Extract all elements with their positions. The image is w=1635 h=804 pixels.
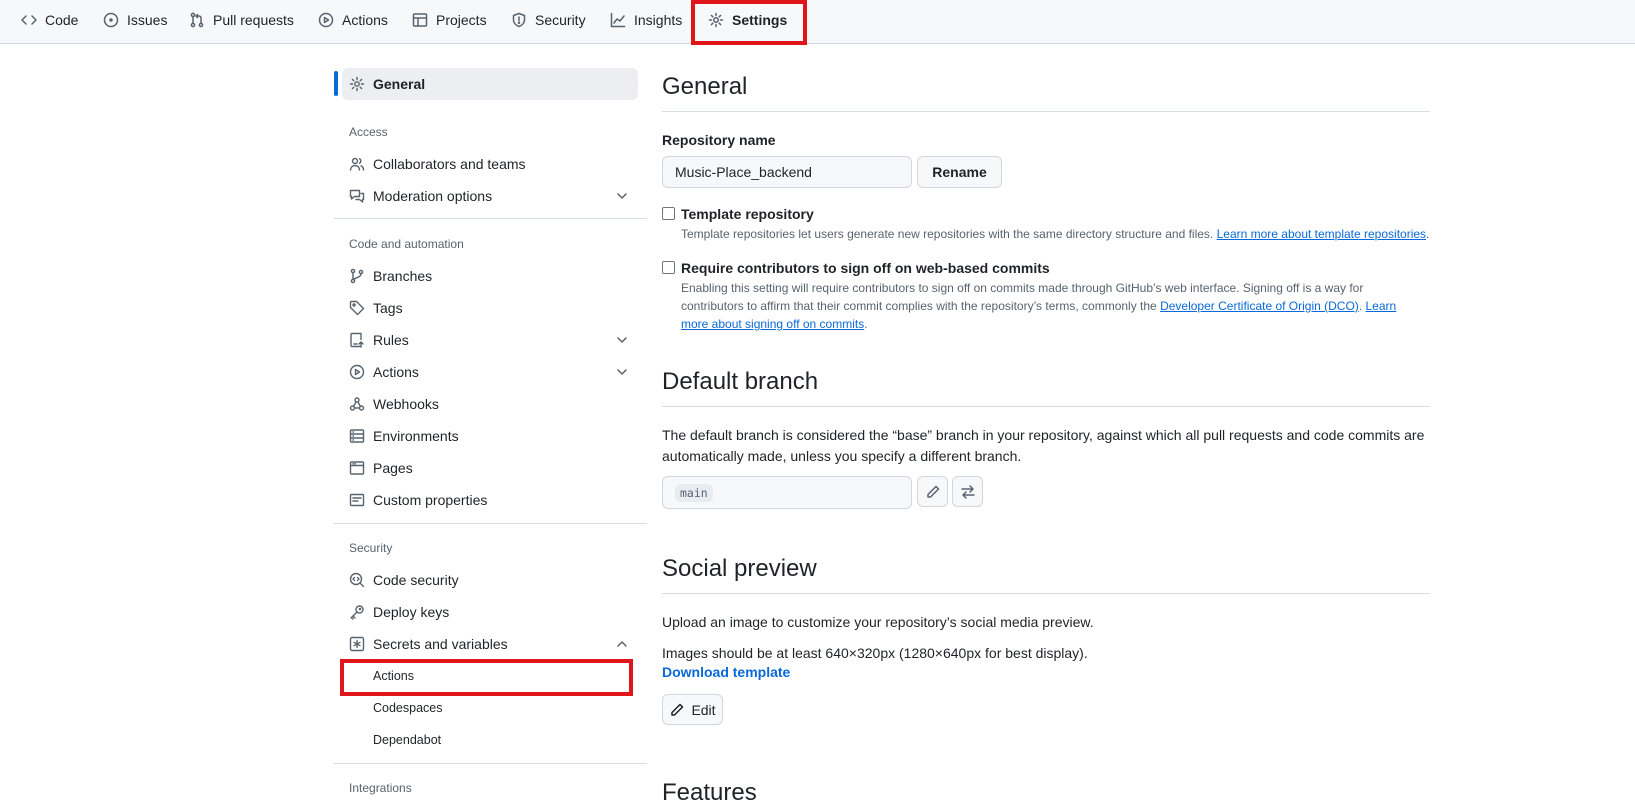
issue-icon xyxy=(103,12,119,28)
pencil-icon xyxy=(926,485,939,498)
signoff-learn-link-b[interactable]: more about signing off on commits xyxy=(681,317,864,331)
social-preview-size-note: Images should be at least 640×320px (128… xyxy=(662,645,1088,661)
repo-nav: Code Issues Pull requests Actions Projec… xyxy=(0,0,1635,44)
default-branch-desc: The default branch is considered the “ba… xyxy=(662,427,1425,464)
pull-request-icon xyxy=(190,12,204,28)
sidebar-divider xyxy=(334,523,647,524)
section-divider xyxy=(662,593,1430,594)
browser-icon xyxy=(349,461,365,475)
play-icon xyxy=(318,12,334,28)
dco-link[interactable]: Developer Certificate of Origin (DCO) xyxy=(1160,299,1359,313)
sidebar-heading-security: Security xyxy=(349,541,393,555)
play-icon xyxy=(349,364,365,380)
webhook-icon xyxy=(349,397,365,411)
chevron-down-icon[interactable] xyxy=(614,332,630,348)
sidebar-subitem-secrets-codespaces[interactable]: Codespaces xyxy=(373,697,443,719)
sidebar-item-secrets-variables[interactable]: Secrets and variables xyxy=(349,632,508,656)
template-repo-checkbox[interactable] xyxy=(662,207,675,220)
tab-insights[interactable]: Insights xyxy=(610,0,682,40)
chevron-down-icon[interactable] xyxy=(614,188,630,204)
template-repo-title: Template repository xyxy=(681,206,814,222)
sidebar-heading-access: Access xyxy=(349,125,388,139)
signoff-title: Require contributors to sign off on web-… xyxy=(681,260,1050,276)
template-repo-note: Template repositories let users generate… xyxy=(681,227,1430,241)
sidebar-item-environments[interactable]: Environments xyxy=(349,424,459,448)
arrow-switch-icon xyxy=(960,484,975,499)
default-branch-title: Default branch xyxy=(662,368,819,395)
tab-code[interactable]: Code xyxy=(21,0,78,40)
sidebar-item-deploy-keys[interactable]: Deploy keys xyxy=(349,600,449,624)
repo-name-input[interactable]: Music-Place_backend xyxy=(662,156,912,188)
tab-projects[interactable]: Projects xyxy=(412,0,487,40)
sidebar-divider xyxy=(334,218,647,219)
default-branch-field: main xyxy=(662,476,912,509)
sidebar-heading-integrations: Integrations xyxy=(349,781,412,795)
codescan-icon xyxy=(349,572,365,588)
branch-icon xyxy=(350,268,364,284)
sidebar-divider xyxy=(334,763,647,764)
shield-icon xyxy=(512,12,526,28)
page-title: General xyxy=(662,73,748,100)
chevron-down-icon[interactable] xyxy=(614,364,630,380)
section-divider xyxy=(662,111,1430,112)
gear-icon xyxy=(349,76,365,92)
sidebar-item-actions[interactable]: Actions xyxy=(349,360,419,384)
edit-social-preview-button[interactable]: Edit xyxy=(662,694,723,725)
sidebar-item-tags[interactable]: Tags xyxy=(349,296,403,320)
code-icon xyxy=(21,15,37,25)
switch-branch-button[interactable] xyxy=(952,476,983,507)
sidebar-heading-code-automation: Code and automation xyxy=(349,237,464,251)
tab-pull-requests[interactable]: Pull requests xyxy=(189,0,294,40)
people-icon xyxy=(349,157,365,171)
features-title: Features xyxy=(662,779,757,804)
social-preview-desc: Upload an image to customize your reposi… xyxy=(662,614,1094,630)
note-icon xyxy=(349,493,365,507)
sidebar-item-pages[interactable]: Pages xyxy=(349,456,413,480)
sidebar-item-moderation[interactable]: Moderation options xyxy=(349,184,492,208)
asterisk-icon xyxy=(349,636,365,652)
pencil-icon xyxy=(671,703,684,716)
branch-name-pill: main xyxy=(675,483,713,502)
signoff-learn-link-a[interactable]: Learn xyxy=(1365,299,1396,313)
sidebar-item-webhooks[interactable]: Webhooks xyxy=(349,392,439,416)
section-divider xyxy=(662,406,1430,407)
sidebar-item-custom-properties[interactable]: Custom properties xyxy=(349,488,487,512)
template-repo-learn-link[interactable]: Learn more about template repositories xyxy=(1217,227,1426,241)
rename-button[interactable]: Rename xyxy=(917,156,1002,188)
sidebar-item-branches[interactable]: Branches xyxy=(349,264,432,288)
download-template-link[interactable]: Download template xyxy=(662,664,790,680)
sidebar-item-general[interactable]: General xyxy=(342,68,638,100)
sidebar-item-collaborators[interactable]: Collaborators and teams xyxy=(349,152,526,176)
sidebar-subitem-secrets-dependabot[interactable]: Dependabot xyxy=(373,729,441,751)
comment-discussion-icon xyxy=(349,189,365,203)
signoff-checkbox[interactable] xyxy=(662,261,675,274)
active-indicator xyxy=(334,71,338,96)
graph-icon xyxy=(610,12,626,28)
sidebar-item-rules[interactable]: Rules xyxy=(349,328,409,352)
repo-name-label: Repository name xyxy=(662,132,776,148)
edit-branch-button[interactable] xyxy=(917,476,948,507)
sidebar-item-code-security[interactable]: Code security xyxy=(349,568,459,592)
signoff-note: Enabling this setting will require contr… xyxy=(681,281,1397,331)
social-preview-title: Social preview xyxy=(662,555,817,582)
repo-push-icon xyxy=(350,332,364,348)
tab-security[interactable]: Security xyxy=(511,0,586,40)
secrets-actions-highlight xyxy=(340,659,633,696)
table-icon xyxy=(412,13,428,27)
key-icon xyxy=(350,605,364,620)
tag-icon xyxy=(349,300,365,316)
server-icon xyxy=(349,429,365,443)
settings-tab-highlight xyxy=(691,0,807,45)
tab-issues[interactable]: Issues xyxy=(103,0,167,40)
tab-actions[interactable]: Actions xyxy=(318,0,388,40)
chevron-up-icon[interactable] xyxy=(614,636,630,652)
sidebar-general-inner: General xyxy=(349,72,425,96)
